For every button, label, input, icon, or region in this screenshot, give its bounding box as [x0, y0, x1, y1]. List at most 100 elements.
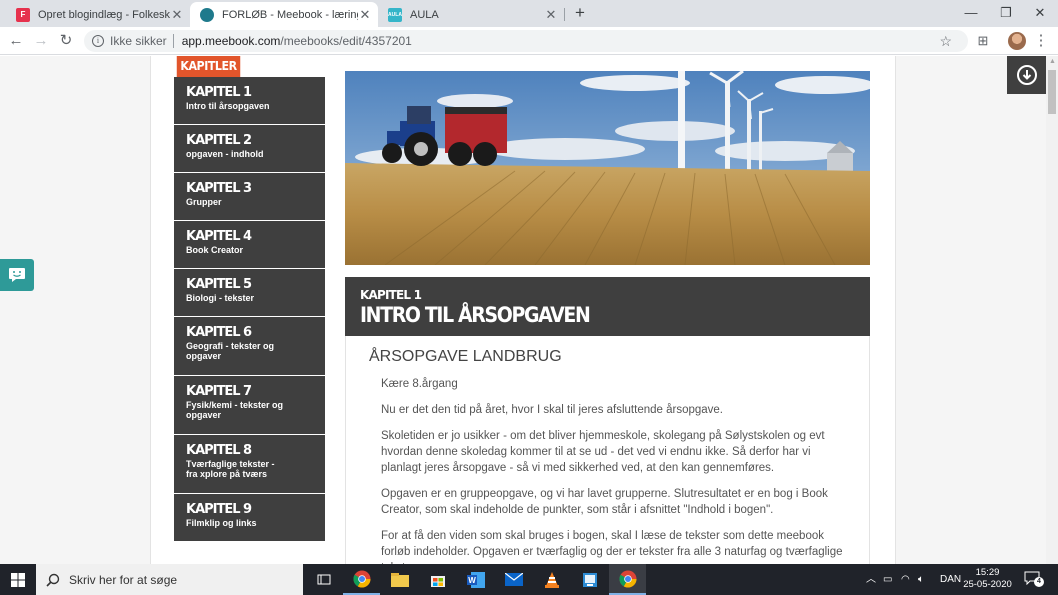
tab-folkeskolen[interactable]: F Opret blogindlæg - Folkeskolen.dk ✕ [6, 2, 190, 27]
chapters-header: KAPITLER [176, 56, 241, 77]
taskbar-word[interactable]: W [457, 564, 494, 595]
svg-text:W: W [468, 576, 476, 585]
chapter-title: Book Creator [186, 245, 244, 255]
url-path: /meebooks/edit/4357201 [280, 34, 412, 48]
new-tab-button[interactable]: + [570, 3, 590, 23]
chapter-number: KAPITEL 3 [186, 181, 252, 196]
chapter-number: KAPITEL 1 [186, 85, 252, 100]
forward-button[interactable]: → [31, 31, 51, 51]
taskbar-chrome-alt[interactable] [609, 564, 646, 595]
chapter-title: Filmklip og links [186, 518, 257, 528]
clock[interactable]: 15:29 25-05-2020 [960, 567, 1015, 591]
tab-title: AULA [410, 8, 439, 21]
chapter-number: KAPITEL 7 [186, 384, 252, 399]
paragraph: For at få den viden som skal bruges i bo… [381, 530, 843, 564]
battery-icon[interactable]: ▭ [883, 564, 892, 595]
tab-divider [564, 8, 565, 21]
windows-logo-icon [11, 572, 25, 587]
wifi-icon[interactable]: ◠ [901, 564, 910, 595]
language-indicator[interactable]: DAN [940, 564, 961, 595]
mail-icon [504, 573, 523, 586]
task-view-button[interactable] [305, 564, 342, 595]
chapter-title: Tværfaglige tekster - fra xplore på tvær… [186, 459, 275, 479]
paragraph: Nu er det den tid på året, hvor I skal t… [381, 404, 723, 416]
chapter-number: KAPITEL 5 [186, 277, 252, 292]
extensions-icon[interactable]: ⊞ [974, 32, 992, 50]
chapter-item-9[interactable]: KAPITEL 9 Filmklip og links [174, 494, 325, 542]
search-icon [46, 573, 60, 587]
taskbar-chrome[interactable] [343, 564, 380, 595]
scroll-thumb[interactable] [1048, 70, 1056, 114]
info-icon[interactable]: i [92, 35, 104, 47]
page-scrollbar[interactable]: ▲ [1046, 56, 1058, 564]
chapter-title: Geografi - tekster og opgaver [186, 341, 275, 361]
chapter-title: opgaven - indhold [186, 149, 264, 159]
notification-count-badge: 4 [1034, 577, 1044, 587]
feedback-button[interactable] [0, 259, 34, 291]
show-hidden-icons-icon[interactable]: ︿ [866, 564, 876, 595]
taskbar-snipping[interactable] [571, 564, 608, 595]
menu-icon[interactable]: ⋮ [1032, 32, 1050, 50]
search-placeholder: Skriv her for at søge [69, 572, 178, 587]
taskbar-vlc[interactable] [533, 564, 570, 595]
chapter-number: KAPITEL 9 [186, 502, 252, 517]
url-host: app.meebook.com [181, 34, 281, 48]
bookmark-star-icon[interactable]: ☆ [939, 30, 952, 52]
farm-field-image [345, 71, 870, 265]
chrome-icon [618, 570, 636, 587]
address-bar[interactable]: i Ikke sikker app.meebook.com/meebooks/e… [84, 30, 968, 52]
close-icon[interactable]: ✕ [358, 7, 372, 23]
chapter-item-3[interactable]: KAPITEL 3 Grupper [174, 173, 325, 221]
tab-meebook[interactable]: FORLØB - Meebook - læringsplatform ✕ [190, 2, 378, 27]
window-close-button[interactable]: ✕ [1023, 0, 1057, 27]
action-center-button[interactable]: 4 [1024, 571, 1044, 588]
chapter-item-2[interactable]: KAPITEL 2 opgaven - indhold [174, 125, 325, 173]
snipping-tool-icon [582, 572, 597, 587]
taskbar-store[interactable] [419, 564, 456, 595]
chapter-item-4[interactable]: KAPITEL 4 Book Creator [174, 221, 325, 269]
chapter-number: KAPITEL 8 [186, 443, 252, 458]
chapter-item-1[interactable]: KAPITEL 1 Intro til årsopgaven [174, 77, 325, 125]
chapter-item-7[interactable]: KAPITEL 7 Fysik/kemi - tekster og opgave… [174, 376, 325, 435]
windows-taskbar: Skriv her for at søge W ︿ ▭ ◠ 🔈︎ DAN 15:… [0, 564, 1058, 595]
taskbar-search[interactable]: Skriv her for at søge [36, 564, 303, 595]
section-title: ÅRSOPGAVE LANDBRUG [369, 348, 562, 365]
chapter-nav: KAPITEL 1 Intro til årsopgaven KAPITEL 2… [174, 77, 325, 542]
chrome-icon [352, 570, 370, 587]
chapter-kicker: KAPITEL 1 [360, 288, 422, 302]
chapter-item-6[interactable]: KAPITEL 6 Geografi - tekster og opgaver [174, 317, 325, 376]
back-button[interactable]: ← [6, 31, 26, 51]
minimize-button[interactable]: — [954, 0, 988, 27]
start-button[interactable] [0, 564, 36, 595]
restore-button[interactable]: ❐ [989, 0, 1023, 27]
chapter-number: KAPITEL 2 [186, 133, 252, 148]
close-icon[interactable]: ✕ [544, 7, 558, 23]
scroll-up-icon[interactable]: ▲ [1049, 58, 1056, 65]
chat-bubble-icon [9, 268, 25, 282]
paragraph: Kære 8.årgang [381, 378, 458, 390]
vlc-icon [544, 571, 559, 588]
word-icon: W [466, 571, 485, 588]
chapter-item-8[interactable]: KAPITEL 8 Tværfaglige tekster - fra xplo… [174, 435, 325, 494]
close-icon[interactable]: ✕ [170, 7, 184, 23]
store-icon [430, 575, 445, 587]
taskbar-file-explorer[interactable] [381, 564, 418, 595]
volume-icon[interactable]: 🔈︎ [918, 564, 924, 595]
chapter-title: Intro til årsopgaven [186, 101, 270, 111]
chapter-content: ÅRSOPGAVE LANDBRUG Kære 8.årgang Nu er d… [345, 336, 870, 564]
omnibox-divider [172, 34, 174, 48]
chapter-title: Grupper [186, 197, 222, 207]
reload-button[interactable]: ↻ [56, 31, 76, 51]
download-button[interactable] [1007, 56, 1046, 94]
tab-aula[interactable]: AULA AULA ✕ [378, 2, 564, 27]
chapter-number: KAPITEL 6 [186, 325, 252, 340]
tab-strip: F Opret blogindlæg - Folkeskolen.dk ✕ FO… [0, 0, 1058, 27]
folkeskolen-favicon-icon: F [16, 7, 30, 22]
paragraph: Opgaven er en gruppeopgave, og vi har la… [381, 488, 828, 516]
chapter-title-heading: INTRO TIL ÅRSOPGAVEN [360, 303, 591, 327]
chapter-item-5[interactable]: KAPITEL 5 Biologi - tekster [174, 269, 325, 317]
chapter-title: Fysik/kemi - tekster og opgaver [186, 400, 284, 420]
profile-avatar[interactable] [1008, 32, 1026, 50]
clock-date: 25-05-2020 [963, 579, 1012, 590]
taskbar-mail[interactable] [495, 564, 532, 595]
